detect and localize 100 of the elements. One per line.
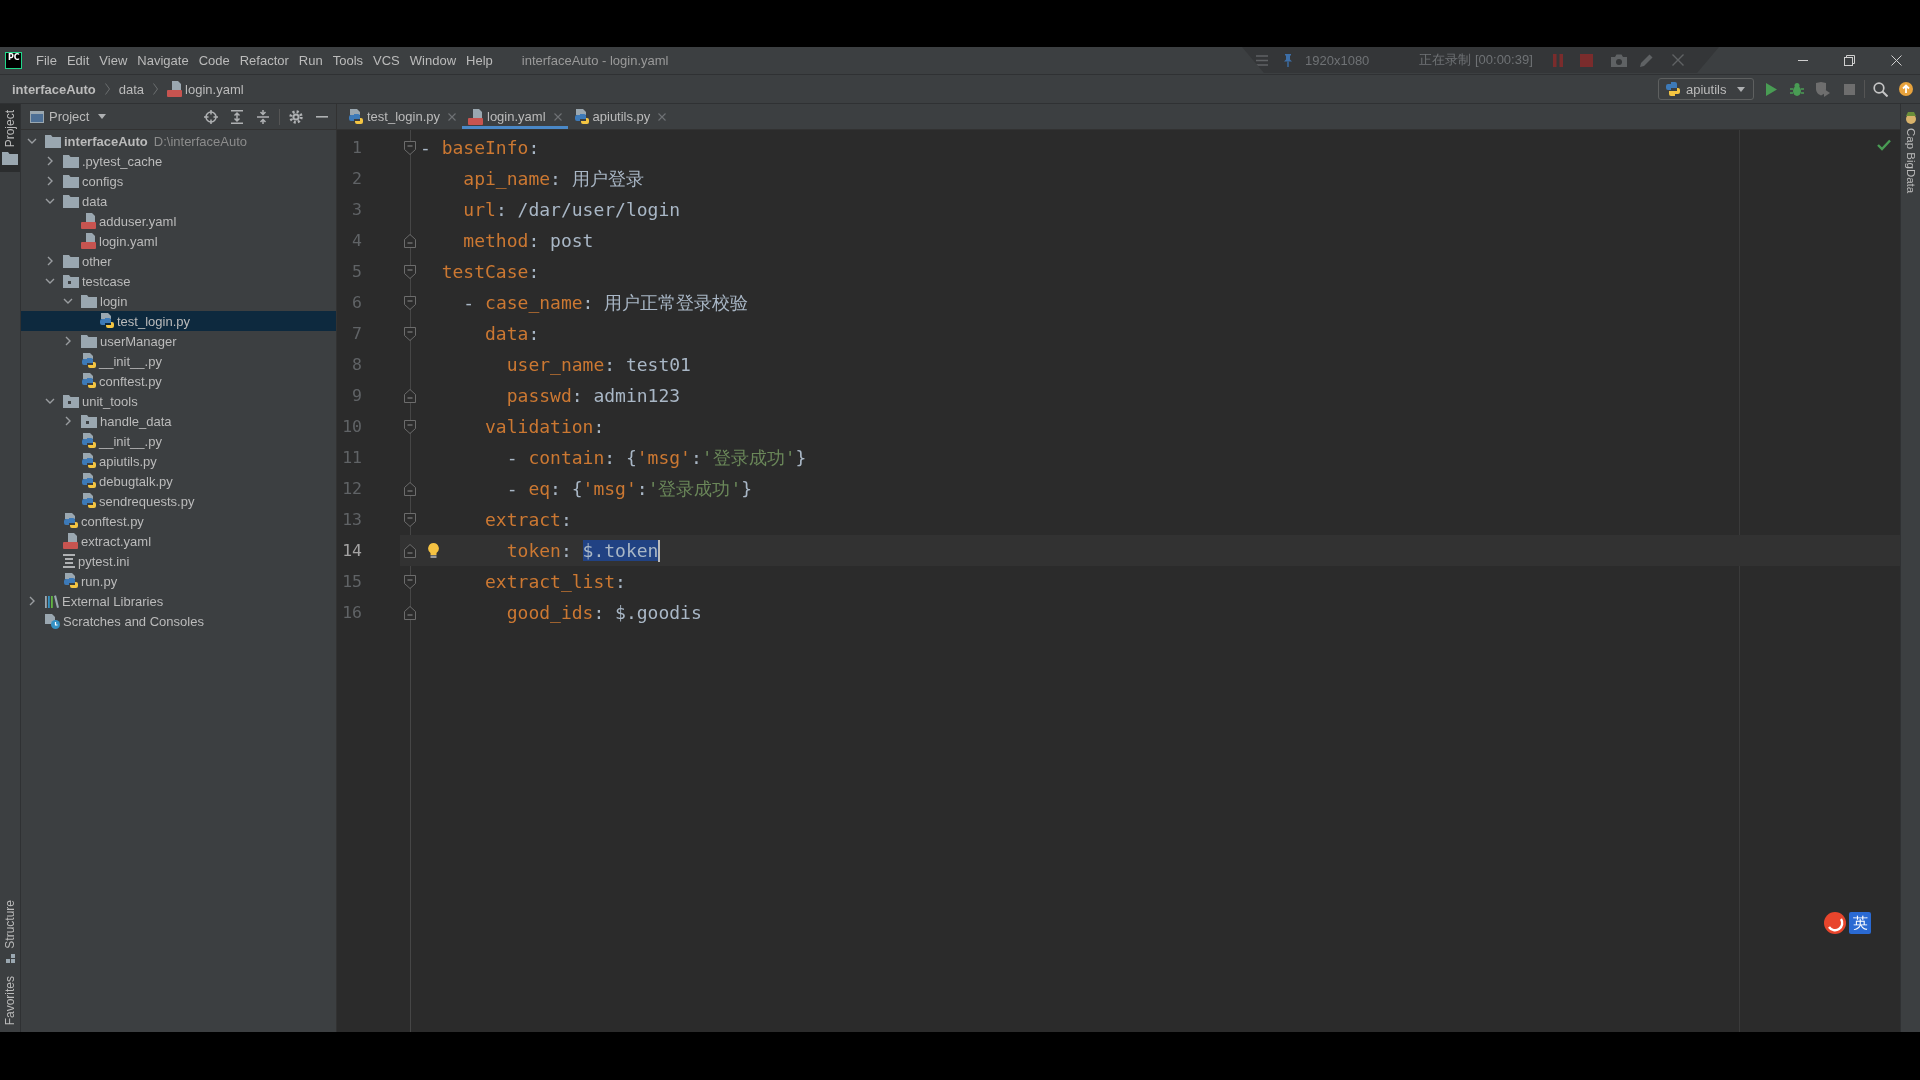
menu-item[interactable]: Window	[404, 51, 462, 70]
chevron-down-icon[interactable]	[63, 298, 73, 304]
badge-icon[interactable]	[1904, 112, 1917, 124]
menu-item[interactable]: View	[94, 51, 133, 70]
yaml-file-icon	[167, 81, 183, 97]
tree-item[interactable]: conftest.py	[63, 511, 147, 531]
shield-icon[interactable]	[1816, 81, 1830, 97]
fold-end-icon[interactable]	[404, 481, 416, 496]
tree-item[interactable]: .pytest_cache	[45, 151, 166, 171]
arrow-up-circle-icon[interactable]	[1899, 82, 1913, 96]
check-icon[interactable]	[1877, 139, 1891, 151]
fold-start-icon[interactable]	[404, 295, 416, 310]
fold-end-icon[interactable]	[404, 388, 416, 403]
fold-end-icon[interactable]	[404, 605, 416, 620]
fold-start-icon[interactable]	[404, 574, 416, 589]
tool-window-tab[interactable]: Favorites	[0, 969, 20, 1032]
bug-icon[interactable]	[1790, 81, 1804, 97]
tree-item[interactable]: data	[45, 191, 111, 211]
run-config-dropdown[interactable]: apiutils	[1658, 78, 1754, 100]
fold-start-icon[interactable]	[404, 419, 416, 434]
expand-all-icon[interactable]	[231, 109, 243, 124]
python-file-icon	[348, 108, 363, 125]
menu-item[interactable]: Refactor	[234, 51, 294, 70]
breadcrumb-item[interactable]: login.yaml	[167, 81, 244, 97]
ime-logo-icon[interactable]	[1822, 912, 1846, 934]
tree-item[interactable]: testcase	[45, 271, 134, 291]
tree-item[interactable]: __init__.py	[81, 431, 165, 451]
chevron-right-icon[interactable]	[47, 156, 53, 166]
folder-icon	[63, 154, 79, 168]
chevron-right-icon[interactable]	[29, 596, 35, 606]
stop-icon[interactable]	[1843, 83, 1855, 95]
tree-item[interactable]: login	[63, 291, 131, 311]
tree-item[interactable]: other	[45, 251, 115, 271]
tree-item[interactable]: login.yaml	[81, 231, 161, 251]
chevron-down-icon[interactable]	[45, 398, 55, 404]
camera-icon[interactable]	[1610, 53, 1627, 67]
tree-item[interactable]: apiutils.py	[81, 451, 160, 471]
breadcrumb-item[interactable]: interfaceAuto	[12, 81, 96, 97]
chevron-down-icon[interactable]	[45, 198, 55, 204]
menu-item[interactable]: Navigate	[132, 51, 194, 70]
fold-end-icon[interactable]	[404, 543, 416, 558]
menu-item[interactable]: Code	[193, 51, 235, 70]
tool-window-tab[interactable]: Structure	[0, 893, 20, 970]
tool-window-tab[interactable]: Cap BigData	[1901, 104, 1920, 202]
tree-item[interactable]: pytest.ini	[63, 551, 133, 571]
code-line: data:	[485, 323, 540, 344]
tree-item[interactable]: conftest.py	[81, 371, 165, 391]
fold-start-icon[interactable]	[404, 326, 416, 341]
code-line: - eq: {'msg':'登录成功'}	[506, 476, 753, 501]
fold-start-icon[interactable]	[404, 140, 416, 155]
chevron-right-icon[interactable]	[47, 256, 53, 266]
chevron-right-icon[interactable]	[47, 176, 53, 186]
tree-item[interactable]: extract.yaml	[63, 531, 155, 551]
chevron-right-icon[interactable]	[65, 416, 71, 426]
resolution-label: 1920x1080	[1305, 52, 1370, 68]
pin-icon[interactable]	[1283, 53, 1293, 67]
lightbulb-icon[interactable]	[428, 543, 439, 558]
fold-end-icon[interactable]	[404, 233, 416, 248]
view-selector[interactable]: Project	[30, 109, 107, 124]
tree-item[interactable]: handle_data	[63, 411, 175, 431]
chevron-right-icon[interactable]	[65, 336, 71, 346]
tree-item[interactable]: adduser.yaml	[81, 211, 180, 231]
collapse-all-icon[interactable]	[257, 109, 269, 124]
editor-tab[interactable]: test_login.py	[342, 104, 462, 129]
tree-item[interactable]: test_login.py	[21, 311, 336, 331]
crosshair-icon[interactable]	[204, 109, 218, 124]
pencil-icon[interactable]	[1639, 53, 1653, 67]
tree-item[interactable]: External Libraries	[27, 591, 167, 611]
tree-item[interactable]: __init__.py	[81, 351, 165, 371]
menu-item[interactable]: Run	[293, 51, 328, 70]
tree-item[interactable]: userManager	[63, 331, 180, 351]
restore-icon[interactable]	[1844, 55, 1855, 66]
fold-start-icon[interactable]	[404, 264, 416, 279]
fold-start-icon[interactable]	[404, 512, 416, 527]
menu-item[interactable]: VCS	[368, 51, 405, 70]
chevron-down-icon[interactable]	[27, 138, 37, 144]
tree-item[interactable]: sendrequests.py	[81, 491, 198, 511]
tree-item[interactable]: interfaceAuto D:\interfaceAuto	[27, 131, 250, 151]
tool-window-tab[interactable]: Project	[0, 104, 20, 173]
breadcrumb-item[interactable]: data	[118, 81, 145, 97]
search-icon[interactable]	[1872, 81, 1888, 97]
minimize-icon[interactable]	[316, 115, 328, 118]
folder-icon	[63, 194, 79, 208]
python-file-icon	[81, 373, 96, 389]
ime-mode-label[interactable]: 英	[1849, 912, 1871, 934]
menu-item[interactable]: Tools	[327, 51, 369, 70]
menu-item[interactable]: Help	[461, 51, 498, 70]
run-icon[interactable]	[1765, 82, 1777, 96]
editor-tab[interactable]: apiutils.py	[567, 104, 673, 129]
menu-item[interactable]: File	[31, 51, 62, 70]
chevron-down-icon[interactable]	[45, 278, 55, 284]
settings-icon[interactable]	[289, 109, 303, 124]
tree-item[interactable]: Scratches and Consoles	[45, 611, 207, 631]
tree-item[interactable]: run.py	[63, 571, 121, 591]
menu-icon[interactable]	[1256, 54, 1268, 66]
tree-item[interactable]: debugtalk.py	[81, 471, 176, 491]
tree-item[interactable]: unit_tools	[45, 391, 141, 411]
menu-item[interactable]: Edit	[61, 51, 95, 70]
tree-item[interactable]: configs	[45, 171, 127, 191]
python-file-icon	[81, 353, 96, 369]
